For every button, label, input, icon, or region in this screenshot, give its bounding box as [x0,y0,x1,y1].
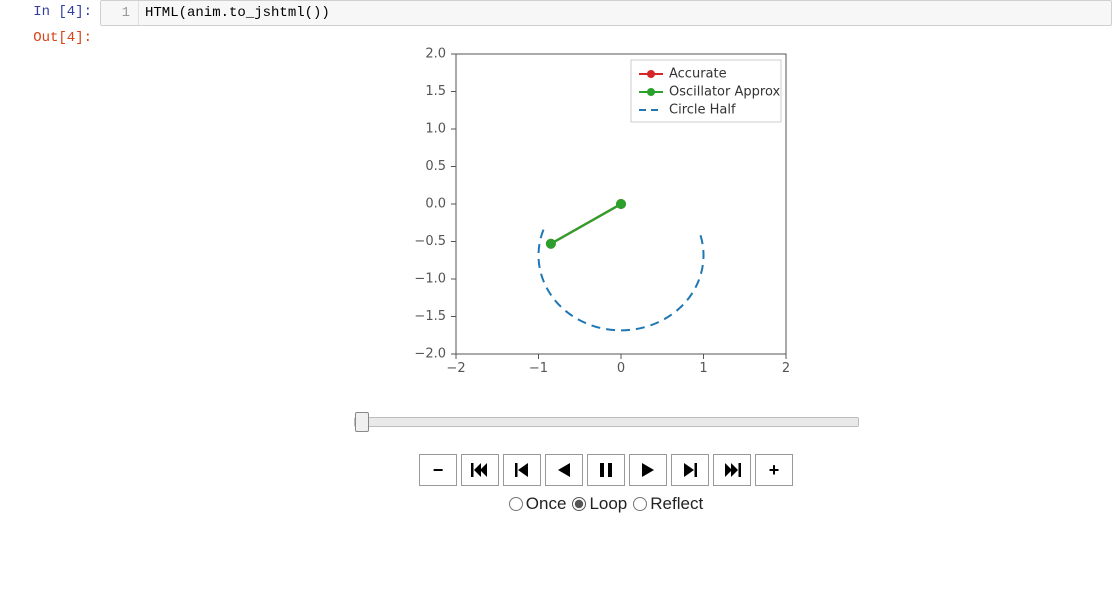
pause-button[interactable] [587,454,625,486]
ytick-4: 0.0 [425,197,446,212]
mode-reflect-label[interactable]: Reflect [633,494,703,514]
step-back-icon [515,463,529,477]
skip-start-icon [471,463,489,477]
play-back-icon [558,463,570,477]
loop-mode-group: Once Loop Reflect [509,492,703,522]
ytick-6: 1.0 [425,122,446,137]
frame-slider[interactable] [354,415,859,429]
circle-half-series [539,230,704,331]
legend-item-0: Accurate [669,67,727,82]
ytick-2: −1.0 [414,272,446,287]
first-frame-button[interactable] [461,454,499,486]
y-ticks: 2.0 1.5 1.0 0.5 0.0 −0.5 −1.0 −1.5 −2.0 [414,47,456,362]
ytick-3: −0.5 [414,234,446,249]
ytick-0: −2.0 [414,347,446,362]
xtick-2: 0 [617,361,625,376]
code-cell[interactable]: 1 HTML(anim.to_jshtml()) [100,0,1112,26]
oscillator-marker-0 [616,199,626,209]
mode-loop-text: Loop [589,494,627,514]
skip-end-icon [723,463,741,477]
anim-controls: − [419,442,793,492]
ytick-8: 2.0 [425,47,446,62]
output-area: 2.0 1.5 1.0 0.5 0.0 −0.5 −1.0 −1.5 −2.0 [100,26,1112,534]
faster-button[interactable]: + [755,454,793,486]
mode-reflect-radio[interactable] [633,497,647,511]
last-frame-button[interactable] [713,454,751,486]
next-frame-button[interactable] [671,454,709,486]
mode-loop-radio[interactable] [572,497,586,511]
prev-frame-button[interactable] [503,454,541,486]
mode-reflect-text: Reflect [650,494,703,514]
oscillator-marker-1 [546,239,556,249]
play-button[interactable] [629,454,667,486]
play-icon [642,463,654,477]
mode-loop-label[interactable]: Loop [572,494,627,514]
legend-item-1: Oscillator Approx [669,85,780,100]
legend: Accurate Oscillator Approx Circle Half [631,60,781,122]
code-gutter: 1 [101,1,139,25]
legend-item-2: Circle Half [669,103,736,118]
step-forward-icon [683,463,697,477]
out-prompt: Out[4]: [0,26,100,534]
xtick-4: 2 [782,361,790,376]
xtick-3: 1 [699,361,707,376]
in-prompt: In [4]: [0,0,100,26]
mode-once-radio[interactable] [509,497,523,511]
ytick-1: −1.5 [414,309,446,324]
x-ticks: −2 −1 0 1 2 [446,354,790,376]
oscillator-series [551,204,621,244]
xtick-1: −1 [529,361,548,376]
xtick-0: −2 [446,361,465,376]
mode-once-label[interactable]: Once [509,494,567,514]
ytick-5: 0.5 [425,159,446,174]
ytick-7: 1.5 [425,84,446,99]
mode-once-text: Once [526,494,567,514]
pause-icon [600,463,612,477]
chart: 2.0 1.5 1.0 0.5 0.0 −0.5 −1.0 −1.5 −2.0 [386,34,826,387]
play-back-button[interactable] [545,454,583,486]
code-text: HTML(anim.to_jshtml()) [139,1,1111,25]
slower-button[interactable]: − [419,454,457,486]
